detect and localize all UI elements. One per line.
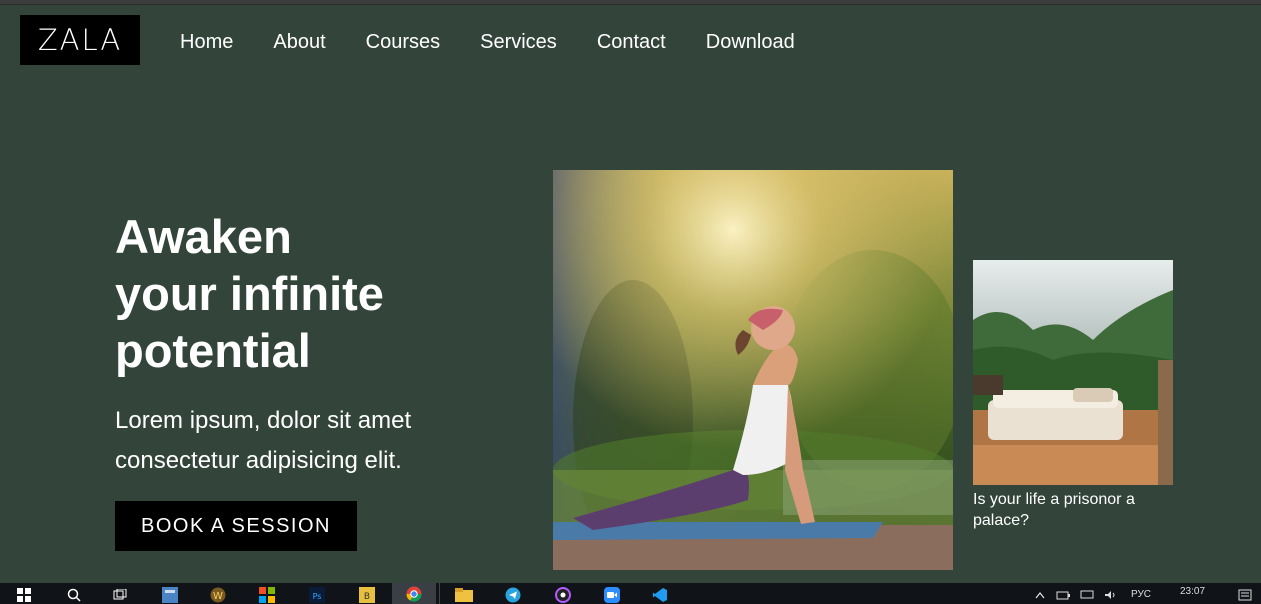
nav-contact[interactable]: Contact — [597, 30, 666, 54]
forest-bedroom-photo — [973, 260, 1173, 485]
svg-text:W: W — [213, 591, 223, 602]
language-indicator[interactable]: РУС — [1131, 589, 1151, 600]
world-of-warcraft-icon[interactable]: W — [206, 586, 230, 604]
windows-taskbar: W Ps B РУС 23:07 — [0, 583, 1261, 604]
calculator-icon[interactable] — [158, 586, 182, 604]
nav-download[interactable]: Download — [706, 30, 795, 54]
nav-services[interactable]: Services — [480, 30, 557, 54]
hero-title: Awaken your infinite potential — [115, 208, 515, 379]
svg-text:Ps: Ps — [313, 592, 322, 601]
vscode-icon[interactable] — [648, 586, 672, 604]
side-image-caption: Is your life a prisonor a palace? — [973, 491, 1135, 529]
battery-icon[interactable] — [1055, 586, 1071, 604]
notifications-icon[interactable] — [1236, 586, 1254, 604]
hero-subtitle-line: Lorem ipsum, dolor sit amet — [115, 407, 412, 434]
task-view-icon[interactable] — [108, 586, 132, 604]
hero-subtitle: Lorem ipsum, dolor sit amet consectetur … — [115, 401, 475, 481]
game-icon[interactable]: B — [355, 586, 379, 604]
hero-title-line: your infinite — [115, 267, 384, 320]
browser-edge — [0, 0, 1261, 5]
clock-time[interactable]: 23:07 — [1180, 586, 1205, 597]
hero-subtitle-line: consectetur adipisicing elit. — [115, 447, 402, 474]
hero-title-line: Awaken — [115, 210, 292, 263]
store-icon[interactable] — [255, 586, 279, 604]
nav-about[interactable]: About — [273, 30, 325, 54]
svg-text:B: B — [364, 592, 370, 602]
zoom-icon[interactable] — [600, 586, 624, 604]
app-icon[interactable] — [551, 586, 575, 604]
hero-title-line: potential — [115, 324, 311, 377]
book-session-button[interactable]: BOOK A SESSION — [115, 501, 357, 551]
search-icon[interactable] — [62, 586, 86, 604]
photoshop-icon[interactable]: Ps — [305, 586, 329, 604]
yoga-pose-photo — [553, 170, 953, 570]
nav-courses[interactable]: Courses — [366, 30, 440, 54]
file-explorer-icon[interactable] — [452, 586, 476, 604]
telegram-icon[interactable] — [501, 586, 525, 604]
volume-icon[interactable] — [1102, 586, 1120, 604]
main-nav: Home About Courses Services Contact Down… — [180, 30, 835, 54]
nav-home[interactable]: Home — [180, 30, 233, 54]
network-icon[interactable] — [1079, 586, 1095, 604]
taskbar-divider — [439, 583, 440, 604]
windows-start-icon[interactable] — [12, 586, 36, 604]
tray-expand-icon[interactable] — [1032, 586, 1048, 604]
site-logo[interactable]: ZALA — [20, 15, 140, 65]
chrome-icon[interactable] — [392, 583, 436, 604]
